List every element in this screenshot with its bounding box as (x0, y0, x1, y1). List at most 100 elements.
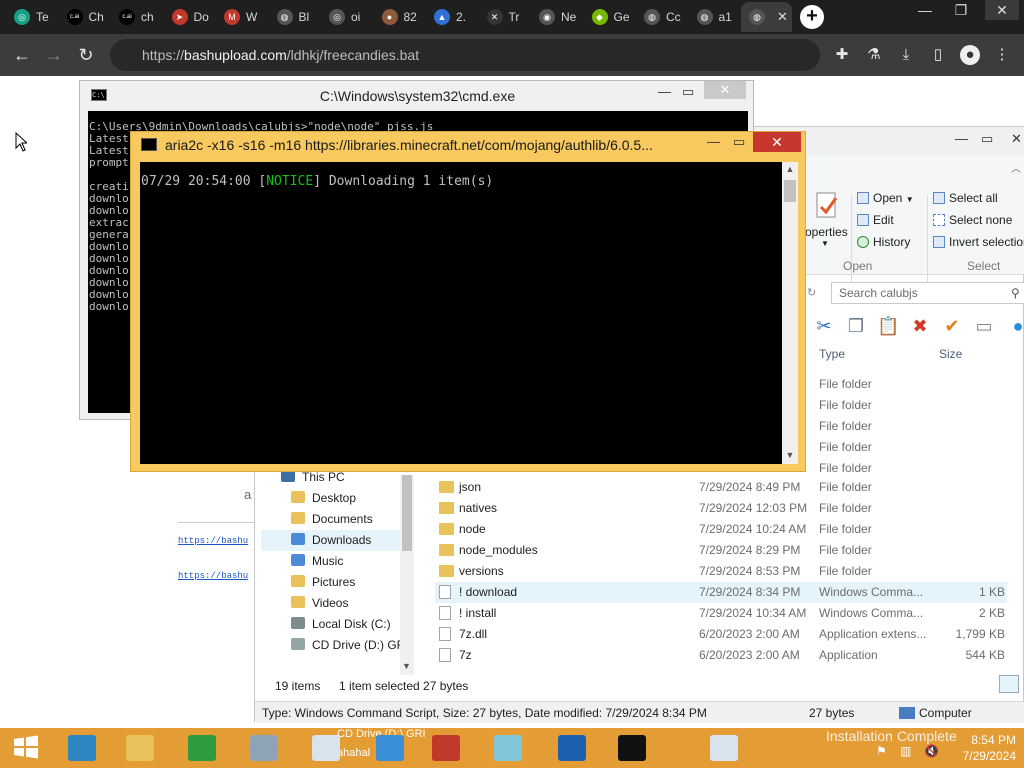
properties-icon[interactable] (811, 191, 843, 219)
forward-arrow-icon[interactable]: → (42, 43, 66, 67)
properties-dropdown-icon[interactable]: ▼ (821, 239, 829, 248)
file-row[interactable]: versions 7/29/2024 8:53 PM File folder (435, 561, 1007, 582)
details-view-icon[interactable] (999, 675, 1019, 693)
delete-icon[interactable]: ✖ (909, 315, 931, 337)
copy-icon[interactable]: ❐ (845, 315, 867, 337)
close-explorer-button[interactable]: ✕ (1011, 131, 1022, 147)
resource-monitor-icon[interactable] (238, 730, 290, 766)
file-row[interactable]: node 7/29/2024 10:24 AM File folder (435, 519, 1007, 540)
browser-tab[interactable]: ◉ Ne (531, 2, 582, 32)
page-link-2[interactable]: https://bashu (178, 571, 248, 581)
file-row[interactable]: json 7/29/2024 8:49 PM File folder (435, 477, 1007, 498)
browser-tab[interactable]: c.ai ch (111, 2, 162, 32)
download-icon[interactable]: ⤓ (896, 45, 916, 65)
file-row[interactable]: node_modules 7/29/2024 8:29 PM File folder (435, 540, 1007, 561)
browser-tab[interactable]: ▲ 2. (426, 2, 477, 32)
view-icon[interactable]: ● (1007, 315, 1024, 337)
minimize-browser-button[interactable]: — (913, 0, 937, 20)
maximize-cmd-button[interactable]: ▭ (682, 84, 694, 100)
navigation-scrollbar[interactable]: ▼ (400, 475, 414, 675)
store-icon[interactable] (176, 730, 228, 766)
flag-icon[interactable]: ⚑ (876, 744, 887, 758)
reload-icon[interactable]: ↻ (74, 43, 98, 67)
nav-item-documents[interactable]: Documents (261, 509, 401, 530)
file-row[interactable]: ! install 7/29/2024 10:34 AM Windows Comma… (435, 603, 1007, 624)
internet-explorer-icon[interactable] (56, 730, 108, 766)
cut-icon[interactable]: ✂ (813, 315, 835, 337)
new-tab-button[interactable]: + (800, 5, 824, 29)
app-window-icon[interactable] (300, 730, 352, 766)
scroll-down-arrow-icon[interactable]: ▼ (782, 450, 798, 460)
side-panel-icon[interactable]: ▯ (928, 45, 948, 65)
browser-tab[interactable]: ◍ Cc (636, 2, 687, 32)
nav-item-local-disk-c[interactable]: Local Disk (C:) (261, 614, 401, 635)
maximize-browser-button[interactable]: ❐ (949, 0, 973, 20)
nav-item-pictures[interactable]: Pictures (261, 572, 401, 593)
file-row[interactable]: ! download 7/29/2024 8:34 PM Windows Comma… (435, 582, 1007, 603)
aria2c-console[interactable]: 07/29 20:54:00 [NOTICE] Downloading 1 it… (140, 162, 782, 464)
browser-tab[interactable]: ✕ Tr (479, 2, 530, 32)
file-explorer-icon[interactable] (114, 730, 166, 766)
profile-avatar-icon[interactable]: ● (960, 45, 980, 65)
close-browser-button[interactable]: ✕ (985, 0, 1019, 20)
browser-tab[interactable]: ◍ a1 (689, 2, 740, 32)
minimize-cmd-button[interactable]: — (658, 84, 671, 99)
select-all-button[interactable]: Select all (933, 191, 998, 205)
nav-item-desktop[interactable]: Desktop (261, 488, 401, 509)
close-cmd-button[interactable]: ✕ (704, 81, 746, 99)
nav-item-cd-drive-d-gri[interactable]: CD Drive (D:) GRI (261, 635, 409, 656)
edit-button[interactable]: Edit (857, 213, 894, 227)
cmd-icon[interactable] (606, 730, 658, 766)
network-icon[interactable]: ▥ (900, 744, 911, 758)
column-header-size[interactable]: Size (939, 347, 962, 361)
window-icon[interactable] (698, 730, 750, 766)
browser-tab[interactable]: ◍ ✕ (741, 2, 792, 32)
aria2c-scrollbar[interactable]: ▲ ▼ (782, 162, 798, 464)
browser-tab[interactable]: c.ai Ch (59, 2, 110, 32)
file-row[interactable]: 7z 6/20/2023 2:00 AM Application 544 KB (435, 645, 1007, 666)
maximize-explorer-button[interactable]: ▭ (981, 131, 993, 147)
labs-flask-icon[interactable]: ⚗ (864, 45, 884, 65)
back-arrow-icon[interactable]: ← (10, 43, 34, 67)
extensions-icon[interactable]: ✚ (832, 45, 852, 65)
address-bar[interactable]: https://bashupload.com/ldhkj/freecandies… (110, 39, 820, 71)
rename-icon[interactable]: ▭ (973, 315, 995, 337)
invert-selection-button[interactable]: Invert selection (933, 235, 1024, 249)
maximize-aria2c-button[interactable]: ▭ (733, 134, 745, 150)
volume-muted-icon[interactable]: 🔇 (924, 744, 939, 758)
disc-icon[interactable] (364, 730, 416, 766)
nav-item-downloads[interactable]: Downloads (261, 530, 401, 551)
close-tab-icon[interactable]: ✕ (777, 9, 788, 25)
scrollbar-thumb[interactable] (784, 180, 796, 202)
scroll-down-arrow-icon[interactable]: ▼ (402, 661, 411, 671)
scrollbar-thumb[interactable] (402, 475, 412, 551)
nav-item-music[interactable]: Music (261, 551, 401, 572)
browser-tab[interactable]: MW (216, 2, 267, 32)
browser-tab[interactable]: ◎ oi (321, 2, 372, 32)
refresh-icon[interactable]: ↻ (807, 282, 827, 304)
start-button[interactable] (0, 730, 52, 766)
search-input[interactable]: Search calubjs (831, 282, 1024, 304)
minimize-explorer-button[interactable]: — (955, 131, 968, 146)
menu-kebab-icon[interactable]: ⋮ (992, 45, 1012, 65)
properties-button[interactable]: operties (805, 225, 848, 239)
notes-icon[interactable] (482, 730, 534, 766)
file-row[interactable]: natives 7/29/2024 12:03 PM File folder (435, 498, 1007, 519)
select-none-button[interactable]: Select none (933, 213, 1012, 227)
paste-icon[interactable]: 📋 (877, 315, 899, 337)
open-button[interactable]: Open ▼ (857, 191, 914, 205)
taskbar-clock[interactable]: 8:54 PM 7/29/2024 (946, 732, 1016, 764)
defender-icon[interactable] (546, 730, 598, 766)
ribbon-collapse-icon[interactable]: ︿ (1011, 160, 1021, 175)
browser-tab[interactable]: ● 82 (374, 2, 425, 32)
browser-tab[interactable]: ◍ Bl (269, 2, 320, 32)
red-arrow-icon[interactable] (420, 730, 472, 766)
column-header-type[interactable]: Type (819, 347, 845, 361)
minimize-aria2c-button[interactable]: — (707, 134, 720, 149)
file-row[interactable]: 7z.dll 6/20/2023 2:00 AM Application exten… (435, 624, 1007, 645)
page-link-1[interactable]: https://bashu (178, 536, 248, 546)
history-button[interactable]: History (857, 235, 910, 249)
close-aria2c-button[interactable]: ✕ (753, 132, 801, 152)
browser-tab[interactable]: ➤ Do (164, 2, 215, 32)
checkmark-icon[interactable]: ✔ (941, 315, 963, 337)
